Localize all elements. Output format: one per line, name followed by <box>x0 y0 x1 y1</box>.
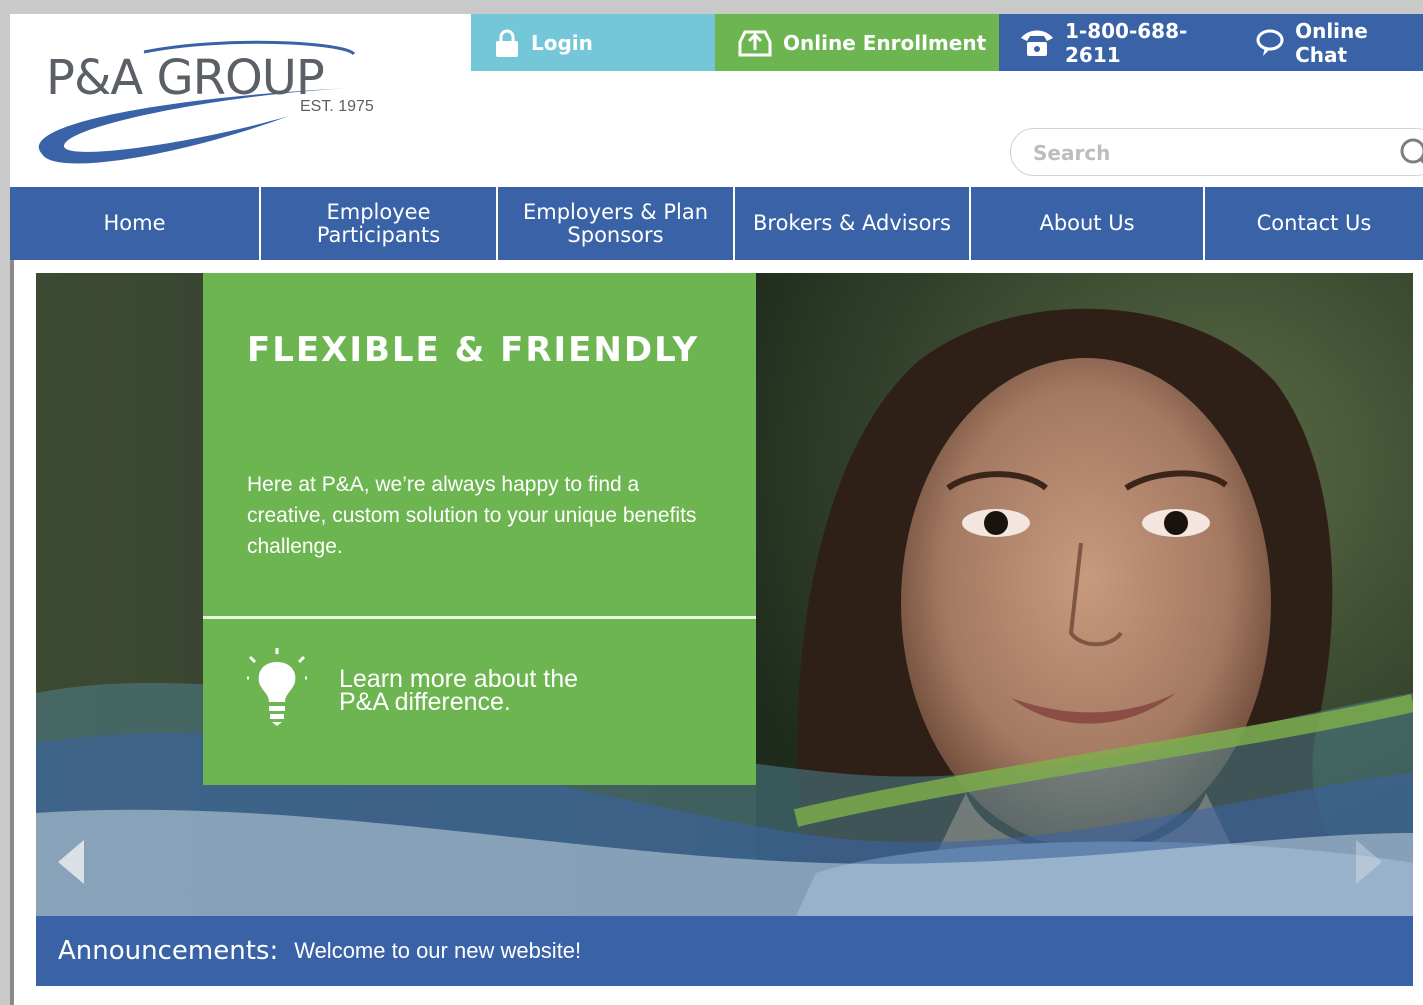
contact-bar: 1-800-688-2611 Online Chat <box>999 14 1423 71</box>
main-nav: Home Employee Participants Employers & P… <box>10 187 1423 260</box>
nav-item-contact-us[interactable]: Contact Us <box>1205 187 1423 260</box>
login-label: Login <box>531 30 593 55</box>
hero-divider <box>203 616 756 619</box>
nav-item-employee-participants[interactable]: Employee Participants <box>261 187 498 260</box>
lock-icon <box>493 28 521 58</box>
nav-item-brokers-advisors[interactable]: Brokers & Advisors <box>735 187 971 260</box>
learn-more-link[interactable]: Learn more about the P&A difference. <box>243 648 579 733</box>
lightbulb-icon <box>243 648 311 733</box>
nav-item-home[interactable]: Home <box>10 187 261 260</box>
hero-title: FLEXIBLE & FRIENDLY <box>247 330 700 370</box>
online-chat-label: Online Chat <box>1295 18 1368 67</box>
hero-panel: FLEXIBLE & FRIENDLY Here at P&A, we’re a… <box>203 273 756 785</box>
learn-more-label: Learn more about the P&A difference. <box>339 664 579 716</box>
announcement-message[interactable]: Welcome to our new website! <box>294 938 581 964</box>
prev-slide-icon[interactable] <box>56 838 86 891</box>
online-chat-button[interactable]: Online Chat <box>1255 19 1423 67</box>
online-enrollment-label: Online Enrollment <box>783 30 987 55</box>
nav-item-about-us[interactable]: About Us <box>971 187 1205 260</box>
brand-est: EST. 1975 <box>300 98 374 115</box>
upload-tray-icon <box>737 28 773 58</box>
search-icon[interactable] <box>1395 135 1423 176</box>
announcement-bar: Announcements: Welcome to our new websit… <box>36 916 1413 986</box>
online-enrollment-button[interactable]: Online Enrollment <box>715 14 999 71</box>
phone-icon <box>1019 28 1055 58</box>
page-edge <box>10 260 14 1005</box>
chat-bubble-icon <box>1255 28 1285 58</box>
search-input[interactable] <box>1031 139 1375 167</box>
search-box <box>1010 128 1423 176</box>
nav-item-employers-plan-sponsors[interactable]: Employers & Plan Sponsors <box>498 187 735 260</box>
phone-number[interactable]: 1-800-688-2611 <box>1065 19 1239 67</box>
hero-body: Here at P&A, we’re always happy to find … <box>247 473 697 558</box>
hero-slider: FLEXIBLE & FRIENDLY Here at P&A, we’re a… <box>36 273 1413 916</box>
brand-name: P&A GROUP <box>46 50 325 106</box>
next-slide-icon[interactable] <box>1354 838 1384 891</box>
announcement-label: Announcements: <box>58 936 279 966</box>
brand-logo[interactable]: P&A GROUP EST. 1975 <box>24 36 424 176</box>
login-button[interactable]: Login <box>471 14 715 71</box>
